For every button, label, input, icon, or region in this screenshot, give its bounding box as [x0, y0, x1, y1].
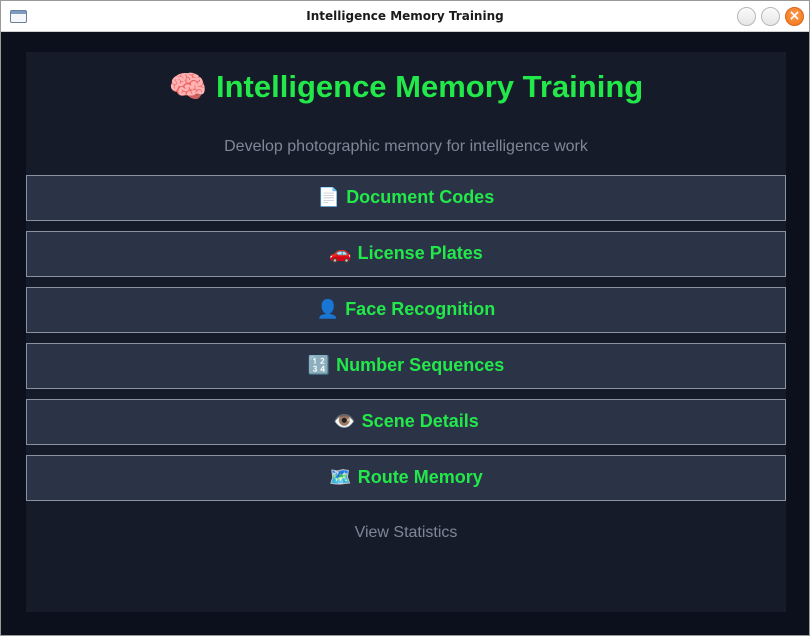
title-bar[interactable]: Intelligence Memory Training × — [1, 1, 809, 32]
number-sequences-button[interactable]: 🔢 Number Sequences — [26, 343, 786, 389]
maximize-button[interactable] — [761, 7, 780, 26]
car-icon: 🚗 — [329, 243, 352, 263]
numbers-icon: 🔢 — [307, 355, 331, 375]
button-label: Face Recognition — [345, 299, 496, 319]
button-label: Scene Details — [361, 411, 479, 431]
face-recognition-button[interactable]: 👤 Face Recognition — [26, 287, 786, 333]
license-plates-button[interactable]: 🚗 License Plates — [26, 231, 786, 277]
document-icon: 📄 — [317, 187, 341, 207]
page-title-text: Intelligence Memory Training — [216, 69, 644, 104]
brain-icon: 🧠 — [168, 69, 208, 104]
route-memory-button[interactable]: 🗺️ Route Memory — [26, 455, 786, 501]
window-title: Intelligence Memory Training — [306, 9, 504, 23]
map-icon: 🗺️ — [329, 467, 352, 487]
person-icon: 👤 — [316, 299, 340, 319]
button-label: Document Codes — [346, 187, 495, 207]
minimize-button[interactable] — [737, 7, 756, 26]
button-label: License Plates — [357, 243, 483, 263]
eye-icon: 👁️ — [333, 411, 356, 431]
button-label: Route Memory — [357, 467, 483, 487]
close-button[interactable]: × — [785, 7, 804, 26]
page-subtitle: Develop photographic memory for intellig… — [224, 138, 588, 155]
page-title: 🧠 Intelligence Memory Training — [26, 68, 786, 106]
scene-details-button[interactable]: 👁️ Scene Details — [26, 399, 786, 445]
app-window: Intelligence Memory Training × 🧠 Intelli… — [0, 0, 810, 636]
view-statistics-link[interactable]: View Statistics — [26, 524, 786, 542]
main-panel: 🧠 Intelligence Memory Training Develop p… — [26, 52, 786, 612]
button-label: Number Sequences — [336, 355, 505, 375]
document-codes-button[interactable]: 📄 Document Codes — [26, 175, 786, 221]
